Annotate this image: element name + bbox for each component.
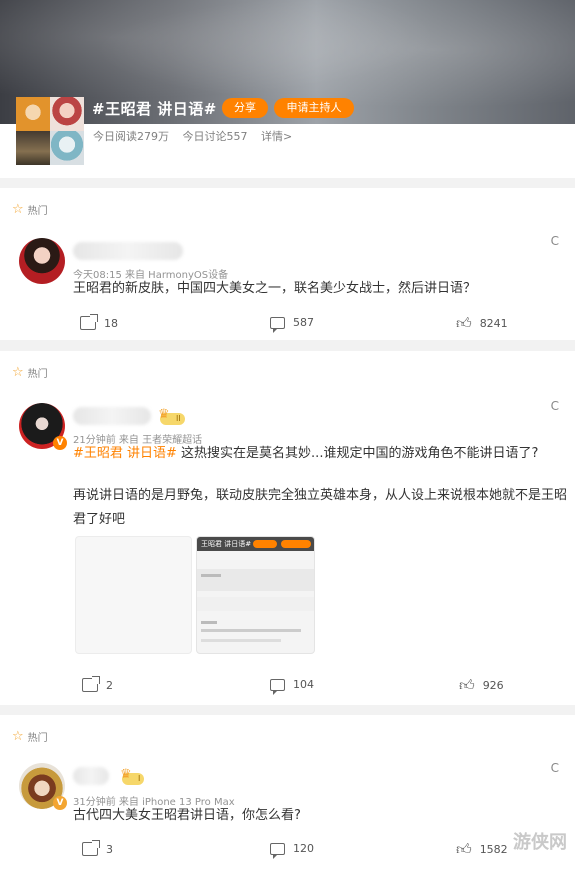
- post-content-paragraph: 再说讲日语的是月野兔，联动皮肤完全独立英雄本身，从人设上来说根本她就不是王昭: [73, 488, 568, 503]
- star-icon: ☆: [12, 729, 24, 744]
- post-card: ☆ 热门 V ♛ II 21分钟前 来自 王者荣耀超话 #王昭君 讲日语# 这热…: [0, 351, 575, 705]
- verified-badge-icon: V: [53, 796, 67, 810]
- user-level-badge: ♛ I: [120, 768, 145, 785]
- topic-avatar: [50, 97, 84, 131]
- post-content-paragraph: 君了好吧: [73, 512, 126, 527]
- post-actions: 3 120 👍︎ 1582: [0, 840, 575, 864]
- comment-icon: [270, 842, 285, 859]
- topic-stats: 今日阅读279万 今日讨论557 详情>: [93, 128, 302, 144]
- username-blurred[interactable]: [73, 242, 183, 260]
- repost-button[interactable]: 18: [80, 314, 118, 330]
- thumbs-up-icon: 👍︎: [459, 676, 475, 694]
- post-content: 古代四大美女王昭君讲日语，你怎么看?: [73, 808, 301, 823]
- hot-label: ☆ 热门: [12, 365, 48, 380]
- like-button[interactable]: 👍︎ 926: [459, 678, 504, 693]
- post-card: ☆ 热门 今天08:15 来自 HarmonyOS设备 王昭君的新皮肤，中国四大…: [0, 188, 575, 340]
- comment-button[interactable]: 104: [270, 678, 314, 695]
- hashtag-link[interactable]: #王昭君 讲日语#: [73, 446, 177, 461]
- username-blurred[interactable]: [73, 767, 109, 785]
- repost-icon: [82, 676, 100, 692]
- topic-avatar: [50, 131, 84, 165]
- username-blurred[interactable]: [73, 407, 151, 425]
- post-images: 王昭君 讲日语#: [75, 536, 315, 654]
- site-watermark: 游侠网: [513, 832, 567, 853]
- read-count: 今日阅读279万: [93, 130, 169, 143]
- post-actions: 18 587 👍︎ 8241: [0, 314, 575, 338]
- repost-button[interactable]: 3: [82, 840, 113, 856]
- post-content: 王昭君的新皮肤，中国四大美女之一，联名美少女战士，然后讲日语？: [73, 281, 477, 296]
- more-menu[interactable]: C: [551, 234, 559, 248]
- apply-host-button[interactable]: 申请主持人: [274, 98, 354, 118]
- star-icon: ☆: [12, 202, 24, 217]
- post-card: ☆ 热门 V ♛ I 31分钟前 来自 iPhone 13 Pro Max 古代…: [0, 715, 575, 871]
- discuss-count: 今日讨论557: [182, 130, 248, 143]
- post-image[interactable]: [75, 536, 192, 654]
- post-actions: 2 104 👍︎ 926: [0, 676, 575, 700]
- crown-icon: ♛: [158, 407, 170, 422]
- post-content: #王昭君 讲日语# 这热搜实在是莫名其妙...谁规定中国的游戏角色不能讲日语了?: [73, 446, 539, 461]
- detail-link[interactable]: 详情>: [261, 130, 292, 143]
- topic-avatar: [16, 131, 50, 165]
- thumbs-up-icon: 👍︎: [456, 840, 472, 858]
- hot-label: ☆ 热门: [12, 729, 48, 744]
- topic-avatar: [16, 97, 50, 131]
- comment-button[interactable]: 120: [270, 842, 314, 859]
- comment-icon: [270, 316, 285, 333]
- thumbs-up-icon: 👍︎: [456, 314, 472, 332]
- repost-icon: [80, 314, 98, 330]
- more-menu[interactable]: C: [551, 761, 559, 775]
- comment-button[interactable]: 587: [270, 316, 314, 333]
- avatar[interactable]: [19, 238, 65, 284]
- repost-button[interactable]: 2: [82, 676, 113, 692]
- comment-icon: [270, 678, 285, 695]
- repost-icon: [82, 840, 100, 856]
- post-image[interactable]: 王昭君 讲日语#: [196, 536, 315, 654]
- user-level-badge: ♛ II: [158, 408, 185, 425]
- share-button[interactable]: 分享: [222, 98, 268, 118]
- topic-avatar-grid: [16, 97, 84, 165]
- more-menu[interactable]: C: [551, 399, 559, 413]
- like-button[interactable]: 👍︎ 1582: [456, 842, 508, 857]
- hot-label: ☆ 热门: [12, 202, 48, 217]
- topic-header: #王昭君 讲日语# 分享 申请主持人 今日阅读279万 今日讨论557 详情>: [0, 0, 575, 178]
- like-button[interactable]: 👍︎ 8241: [456, 316, 508, 331]
- topic-title: #王昭君 讲日语#: [92, 100, 217, 118]
- crown-icon: ♛: [120, 767, 132, 782]
- star-icon: ☆: [12, 365, 24, 380]
- verified-badge-icon: V: [53, 436, 67, 450]
